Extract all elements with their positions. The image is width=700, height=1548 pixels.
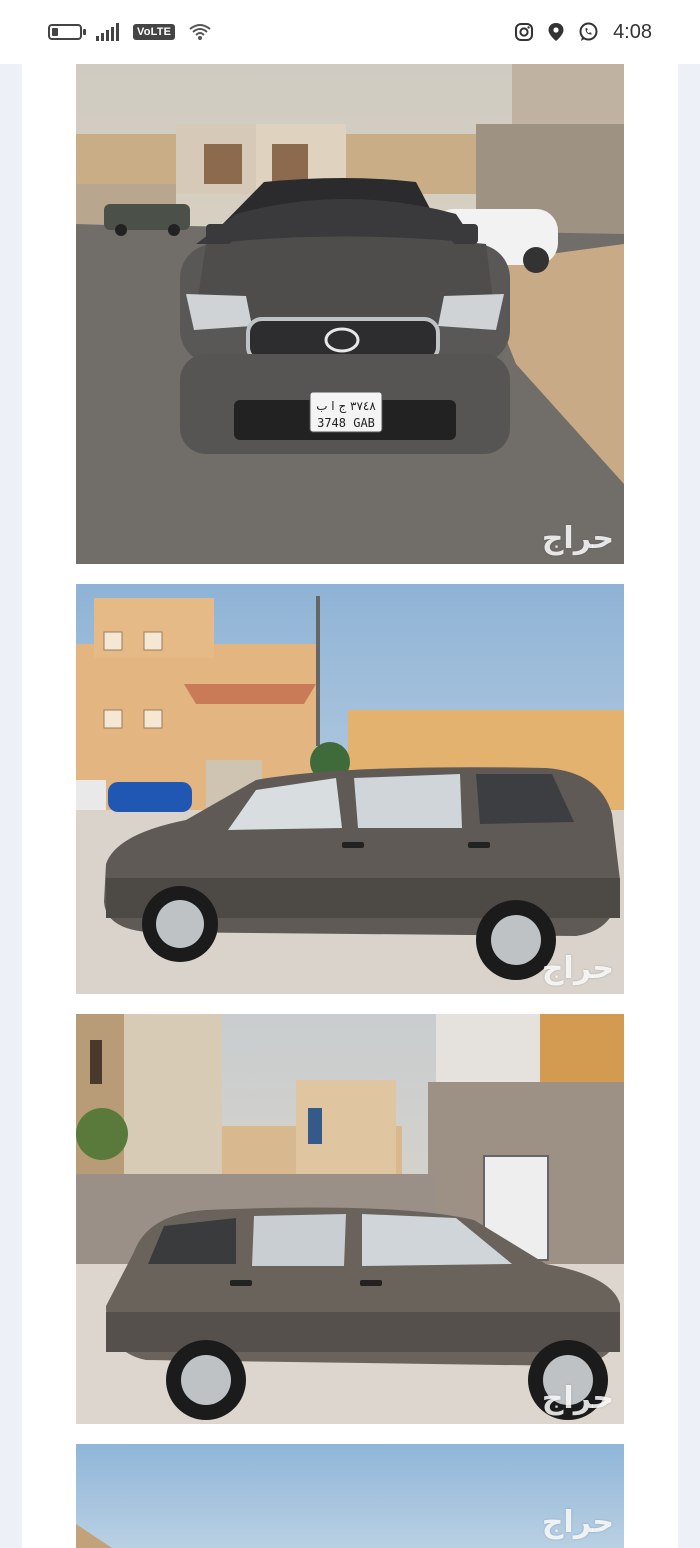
listing-content: ٣٧٤٨ ج ا ب 3748 GAB حراج حراج حراج حراج — [22, 64, 678, 1548]
plate-arabic: ٣٧٤٨ ج ا ب — [316, 399, 376, 413]
haraj-watermark: حراج — [541, 521, 614, 556]
status-bar: VoLTE 4:08 — [0, 0, 700, 64]
listing-photo-partial[interactable]: حراج — [76, 1444, 624, 1548]
listing-photo-side-left[interactable]: حراج — [76, 584, 624, 994]
signal-icon — [96, 23, 119, 41]
plate-latin: 3748 GAB — [317, 416, 375, 430]
listing-photo-side-right[interactable]: حراج — [76, 1014, 624, 1424]
listing-photo-front[interactable]: ٣٧٤٨ ج ا ب 3748 GAB حراج — [76, 64, 624, 564]
whatsapp-icon — [577, 21, 599, 43]
clock: 4:08 — [613, 20, 652, 43]
battery-icon — [48, 24, 86, 40]
wifi-icon — [189, 21, 211, 43]
instagram-icon — [513, 21, 535, 43]
volte-badge: VoLTE — [133, 24, 176, 40]
haraj-watermark: حراج — [541, 951, 614, 986]
location-icon — [545, 21, 567, 43]
haraj-watermark: حراج — [541, 1381, 614, 1416]
haraj-watermark: حراج — [541, 1505, 614, 1540]
